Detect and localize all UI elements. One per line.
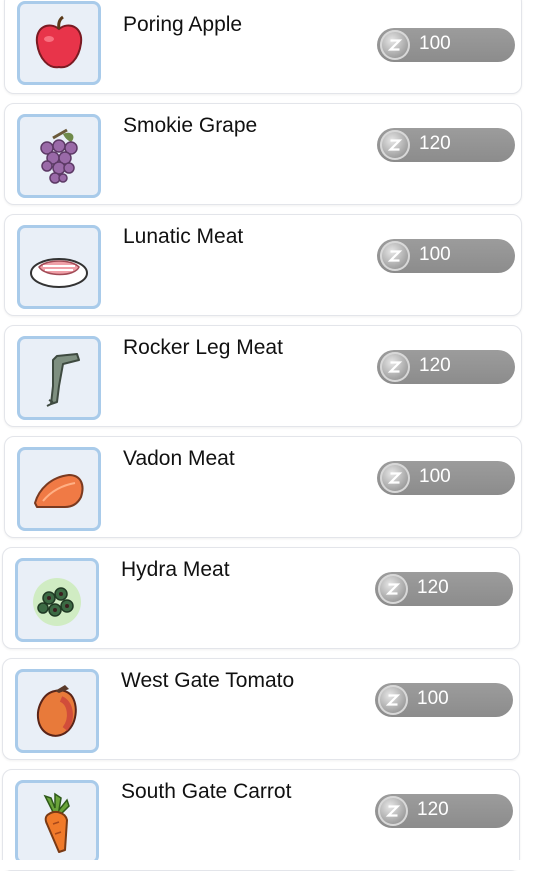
item-name: Vadon Meat	[123, 447, 235, 470]
apple-icon	[35, 15, 83, 69]
shop-item-row[interactable]: West Gate Tomato 100	[2, 658, 520, 760]
shop-item-row[interactable]: South Gate Carrot 120	[2, 769, 520, 871]
item-icon-frame	[17, 336, 101, 420]
shop-item-row[interactable]: Smokie Grape 120	[4, 103, 522, 205]
price-value: 100	[419, 33, 451, 54]
zeny-coin-icon	[380, 130, 410, 160]
meat-slice-icon	[30, 258, 88, 288]
price-value: 120	[417, 577, 449, 598]
shop-item-row[interactable]: Hydra Meat 120	[2, 547, 520, 649]
item-name: Rocker Leg Meat	[123, 336, 283, 359]
price-value: 100	[419, 466, 451, 487]
price-button[interactable]: 100	[375, 683, 513, 717]
price-button[interactable]: 100	[377, 239, 515, 273]
shop-item-list: Poring Apple 100 Smokie Grape 120 Lunati…	[0, 0, 536, 871]
item-icon-frame	[15, 669, 99, 753]
zeny-coin-icon	[378, 574, 408, 604]
vadon-meat-icon	[34, 474, 84, 508]
item-name: South Gate Carrot	[121, 780, 292, 803]
zeny-coin-icon	[380, 352, 410, 382]
shop-item-row[interactable]: Vadon Meat 100	[4, 436, 522, 538]
item-icon-frame	[17, 447, 101, 531]
zeny-coin-icon	[378, 796, 408, 826]
zeny-coin-icon	[380, 463, 410, 493]
item-name: Hydra Meat	[121, 558, 230, 581]
item-name: West Gate Tomato	[121, 669, 295, 692]
list-bottom-edge	[0, 860, 536, 870]
tomato-icon	[37, 685, 77, 737]
price-button[interactable]: 100	[377, 461, 515, 495]
zeny-coin-icon	[380, 241, 410, 271]
carrot-icon	[43, 792, 70, 853]
price-button[interactable]: 120	[377, 128, 515, 162]
price-button[interactable]: 120	[377, 350, 515, 384]
leg-meat-icon	[46, 353, 80, 407]
price-value: 120	[417, 799, 449, 820]
item-icon-frame	[17, 1, 101, 85]
price-button[interactable]: 120	[375, 794, 513, 828]
item-icon-frame	[15, 780, 99, 864]
grape-icon	[40, 128, 78, 184]
price-value: 100	[417, 688, 449, 709]
shop-item-row[interactable]: Poring Apple 100	[4, 0, 522, 94]
item-icon-frame	[17, 114, 101, 198]
price-value: 120	[419, 355, 451, 376]
shop-item-row[interactable]: Lunatic Meat 100	[4, 214, 522, 316]
item-name: Poring Apple	[123, 13, 243, 36]
hydra-meat-icon	[33, 578, 81, 626]
item-icon-frame	[17, 225, 101, 309]
item-icon-frame	[15, 558, 99, 642]
price-button[interactable]: 120	[375, 572, 513, 606]
price-button[interactable]: 100	[377, 28, 515, 62]
zeny-coin-icon	[378, 685, 408, 715]
item-name: Lunatic Meat	[123, 225, 244, 248]
price-value: 100	[419, 244, 451, 265]
shop-item-row[interactable]: Rocker Leg Meat 120	[4, 325, 522, 427]
item-name: Smokie Grape	[123, 114, 258, 137]
zeny-coin-icon	[380, 30, 410, 60]
price-value: 120	[419, 133, 451, 154]
